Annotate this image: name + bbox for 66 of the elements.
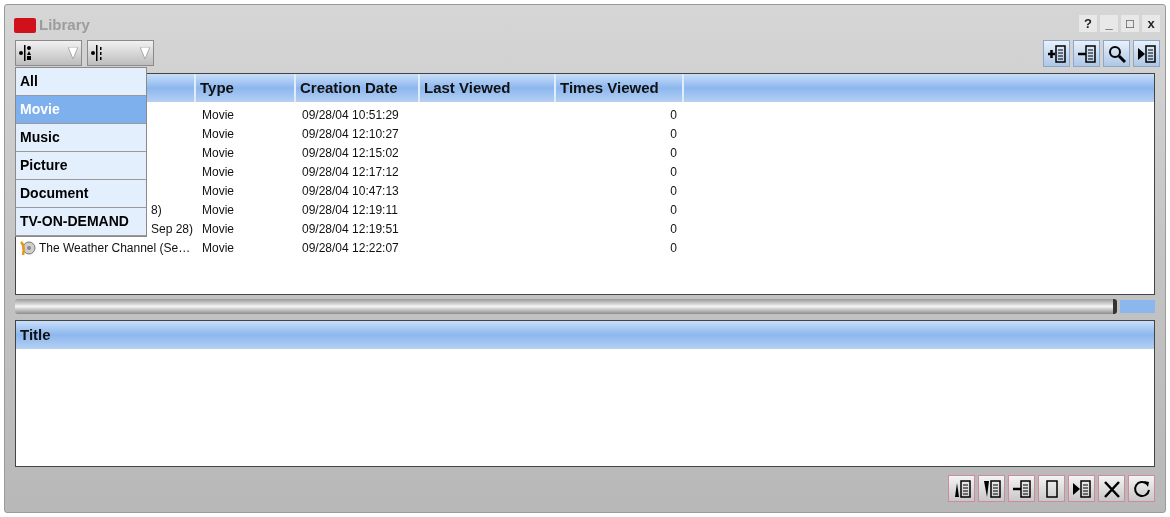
table-cell: 0 — [670, 164, 677, 179]
scroll-bar[interactable] — [15, 299, 1117, 314]
table-cell: 0 — [670, 107, 677, 122]
table-cell: 09/28/04 12:10:27 — [302, 126, 399, 141]
play-list-icon — [1071, 478, 1092, 499]
table-cell-text: The Weather Channel (Se… — [39, 239, 191, 257]
table-cell: 09/28/04 12:19:51 — [302, 221, 399, 236]
table-cell: 09/28/04 10:51:29 — [302, 107, 399, 122]
wedge-list-icon — [981, 478, 1002, 499]
numbered-list-icon — [91, 45, 105, 61]
menu-item[interactable]: All — [16, 68, 146, 96]
table-cell: 09/28/04 12:22:07 — [302, 240, 399, 255]
toolbar-button[interactable] — [1103, 40, 1130, 67]
table-cell: 0 — [670, 221, 677, 236]
table-cell: 09/28/04 12:19:11 — [302, 202, 398, 217]
toolbar-button[interactable] — [1128, 475, 1155, 502]
menu-item[interactable]: Document — [16, 180, 146, 208]
table-cell: Movie — [202, 221, 234, 236]
refresh-icon — [1131, 478, 1152, 499]
table-cell: Movie — [202, 240, 234, 255]
toolbar-button[interactable] — [1133, 40, 1160, 67]
column-header[interactable]: Title — [16, 321, 55, 349]
minus-list-icon — [1076, 43, 1097, 64]
filter-dropdown[interactable] — [15, 40, 82, 66]
plus-list-icon — [1046, 43, 1067, 64]
menu-item[interactable]: Picture — [16, 152, 146, 180]
toolbar-button[interactable] — [978, 475, 1005, 502]
menu-item[interactable]: TV-ON-DEMAND — [16, 208, 146, 236]
toolbar-button[interactable] — [1073, 40, 1100, 67]
table-cell: Movie — [202, 202, 234, 217]
table-cell: 09/28/04 10:47:13 — [302, 183, 399, 198]
minus-list-icon — [1011, 478, 1032, 499]
toolbar-button[interactable] — [1068, 475, 1095, 502]
dropdown-arrow-icon — [140, 47, 150, 59]
table-cell-text: Sep 28) — [151, 220, 194, 238]
shapes-list-icon — [19, 45, 33, 61]
table-cell: 0 — [670, 145, 677, 160]
search-icon — [1106, 43, 1127, 64]
window-control-button[interactable]: _ — [1100, 15, 1118, 32]
filter-dropdown[interactable] — [87, 40, 154, 66]
table-cell: 09/28/04 12:17:12 — [302, 164, 399, 179]
table-cell: Movie — [202, 107, 234, 122]
dropdown-arrow-icon — [68, 47, 78, 59]
table-cell: Movie — [202, 126, 234, 141]
menu-item[interactable]: Music — [16, 124, 146, 152]
table-cell: 0 — [670, 183, 677, 198]
toolbar-button[interactable] — [1038, 475, 1065, 502]
table-cell-text: 8) — [151, 201, 162, 219]
play-list-icon — [1136, 43, 1157, 64]
table-cell: Movie — [202, 145, 234, 160]
table-cell: 0 — [670, 126, 677, 141]
table-cell: 0 — [670, 240, 677, 255]
window-control-button[interactable]: □ — [1121, 15, 1139, 32]
table-cell: Movie — [202, 183, 234, 198]
toolbar-button[interactable] — [948, 475, 975, 502]
table-cell: 09/28/04 12:15:02 — [302, 145, 399, 160]
table-cell: Movie — [202, 164, 234, 179]
scroll-handle[interactable] — [1120, 300, 1155, 313]
toolbar-button[interactable] — [1098, 475, 1125, 502]
window-control-button[interactable]: ? — [1079, 15, 1097, 32]
window-title: Library — [39, 15, 90, 35]
toolbar-button[interactable] — [1008, 475, 1035, 502]
table-cell: 0 — [670, 202, 677, 217]
film-reel-icon — [19, 239, 37, 256]
window-control-button[interactable]: x — [1142, 15, 1160, 32]
toolbar-button[interactable] — [1043, 40, 1070, 67]
